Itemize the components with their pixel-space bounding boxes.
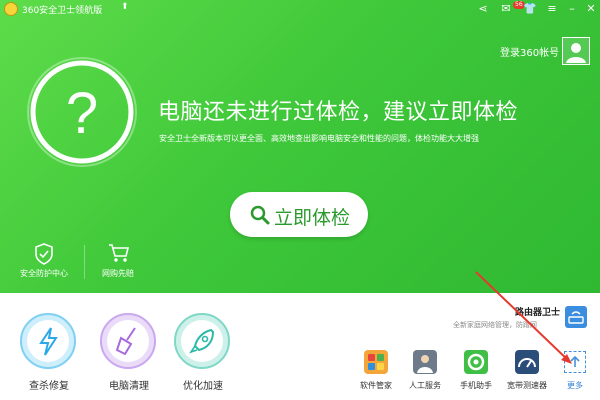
virus-scan-ring (20, 313, 76, 369)
shield-icon (35, 243, 53, 265)
minimize-icon[interactable]: – (563, 1, 581, 17)
phone-assistant-label: 手机助手 (460, 381, 492, 390)
app-logo-icon (4, 2, 18, 16)
app-title: 360安全卫士领航版 (22, 6, 103, 16)
speed-optimize-ring (174, 313, 230, 369)
pc-cleanup-label: 电脑清理 (109, 381, 149, 392)
main-status-panel: 360安全卫士领航版 ⬆ ⋖ ✉ 56 👕 ≡ – ✕ 登录360帐号 ? 电脑… (0, 0, 600, 293)
speed-optimize-label: 优化加速 (183, 381, 223, 392)
skin-icon[interactable]: 👕 (521, 1, 539, 17)
router-guard-subtitle: 全新家庭网络管理，防蹭网 (453, 321, 537, 329)
broadband-speedtest-label: 宽带测速器 (507, 381, 547, 390)
avatar[interactable] (562, 37, 590, 65)
start-checkup-label: 立即体检 (274, 207, 351, 229)
close-icon[interactable]: ✕ (582, 1, 600, 17)
human-service-label: 人工服务 (409, 381, 441, 390)
more-button[interactable]: 更多 (560, 380, 590, 391)
title-bar: 360安全卫士领航版 ⬆ ⋖ ✉ 56 👕 ≡ – ✕ (0, 0, 600, 18)
router-icon[interactable] (565, 306, 587, 328)
app-phone-assistant[interactable]: 手机助手 (451, 350, 501, 395)
start-checkup-button[interactable]: 立即体检 (230, 192, 368, 237)
pc-cleanup-ring (100, 313, 156, 369)
up-arrow-icon[interactable]: ⬆ (121, 2, 129, 12)
health-score-ring: ? (27, 57, 137, 167)
status-headline: 电脑还未进行过体检，建议立即体检 (158, 100, 519, 125)
software-manager-icon (364, 350, 388, 374)
phone-assistant-icon (464, 350, 488, 374)
software-manager-label: 软件管家 (360, 381, 392, 390)
shopping-guarantee-link[interactable]: 网购先赔 (80, 243, 156, 285)
pc-cleanup-tool[interactable]: 电脑清理 (94, 293, 164, 393)
cart-icon (109, 244, 130, 262)
app-broadband-speedtest[interactable]: 宽带测速器 (502, 350, 552, 395)
login-link[interactable]: 登录360帐号 (500, 44, 559, 59)
speed-optimize-tool[interactable]: 优化加速 (168, 293, 238, 393)
lightning-icon (39, 327, 58, 356)
user-icon (566, 43, 586, 63)
shopping-guarantee-label: 网购先赔 (102, 269, 134, 278)
share-icon[interactable]: ⋖ (474, 1, 492, 17)
status-description: 安全卫士全新版本可以更全面、高效地查出影响电脑安全和性能的问题，体检功能大大增强 (159, 134, 479, 143)
broom-icon (115, 327, 136, 356)
app-software-manager[interactable]: 软件管家 (351, 350, 401, 395)
speedometer-icon (515, 350, 539, 374)
menu-icon[interactable]: ≡ (543, 1, 561, 17)
security-center-link[interactable]: 安全防护中心 (6, 243, 82, 285)
virus-scan-tool[interactable]: 查杀修复 (14, 293, 84, 393)
virus-scan-label: 查杀修复 (29, 381, 69, 392)
rocket-icon (189, 328, 215, 354)
router-guard-title[interactable]: 路由器卫士 (515, 305, 560, 318)
app-human-service[interactable]: 人工服务 (400, 350, 450, 395)
upload-arrow-icon[interactable] (564, 351, 586, 373)
human-service-icon (413, 350, 437, 374)
search-icon (250, 205, 270, 225)
question-mark-icon: ? (66, 81, 98, 146)
security-center-label: 安全防护中心 (20, 269, 68, 278)
